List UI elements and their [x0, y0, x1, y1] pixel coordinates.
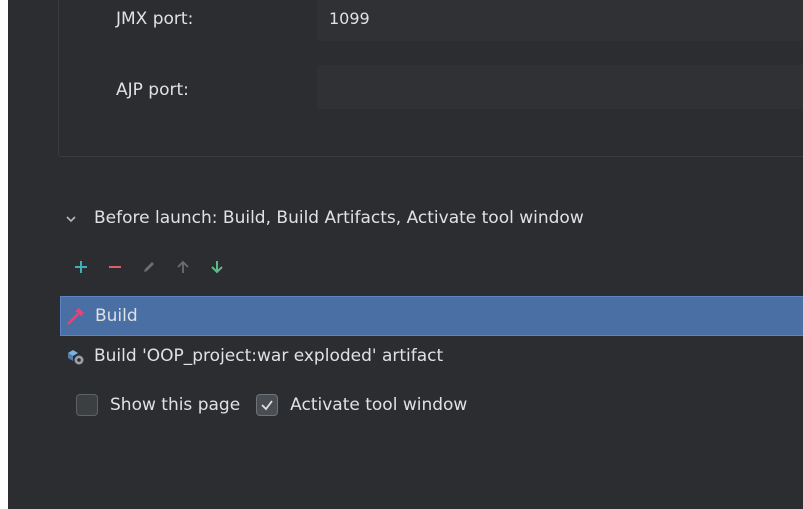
- ajp-port-input[interactable]: [317, 65, 803, 109]
- remove-icon: [107, 259, 123, 279]
- add-icon: [73, 259, 89, 279]
- before-launch-header[interactable]: Before launch: Build, Build Artifacts, A…: [64, 208, 584, 228]
- arrow-up-icon: [175, 259, 191, 279]
- ajp-port-label: AJP port:: [116, 80, 189, 100]
- jmx-port-input[interactable]: 1099: [317, 0, 803, 41]
- list-item-label: Build 'OOP_project:war exploded' artifac…: [94, 346, 444, 366]
- activate-tool-option[interactable]: Activate tool window: [256, 394, 467, 416]
- list-item[interactable]: Build: [60, 296, 803, 336]
- list-item-label: Build: [95, 306, 138, 326]
- checkmark-icon: [261, 400, 273, 411]
- activate-tool-checkbox[interactable]: [256, 394, 279, 416]
- options-row: Show this page Activate tool window: [76, 394, 483, 416]
- artifact-icon: [64, 345, 86, 367]
- list-item[interactable]: Build 'OOP_project:war exploded' artifac…: [60, 336, 803, 376]
- add-button[interactable]: [68, 256, 94, 282]
- run-config-panel: JMX port: 1099 AJP port: Before launch: …: [8, 0, 803, 509]
- show-page-checkbox[interactable]: [76, 394, 98, 416]
- activate-tool-label: Activate tool window: [290, 395, 468, 415]
- before-launch-toolbar: [68, 256, 238, 282]
- jmx-port-label: JMX port:: [116, 9, 194, 29]
- server-settings-panel: JMX port: 1099 AJP port:: [58, 0, 803, 157]
- chevron-down-icon: [64, 211, 78, 225]
- before-launch-list: Build Build 'OOP_project:war exploded' a…: [60, 296, 803, 376]
- move-up-button[interactable]: [170, 256, 196, 282]
- show-page-label: Show this page: [110, 395, 241, 415]
- move-down-button[interactable]: [204, 256, 230, 282]
- pencil-icon: [141, 259, 157, 279]
- show-page-option[interactable]: Show this page: [76, 394, 240, 416]
- before-launch-title: Before launch: Build, Build Artifacts, A…: [94, 208, 584, 228]
- remove-button[interactable]: [102, 256, 128, 282]
- arrow-down-icon: [209, 259, 225, 279]
- edit-button[interactable]: [136, 256, 162, 282]
- hammer-icon: [65, 305, 87, 327]
